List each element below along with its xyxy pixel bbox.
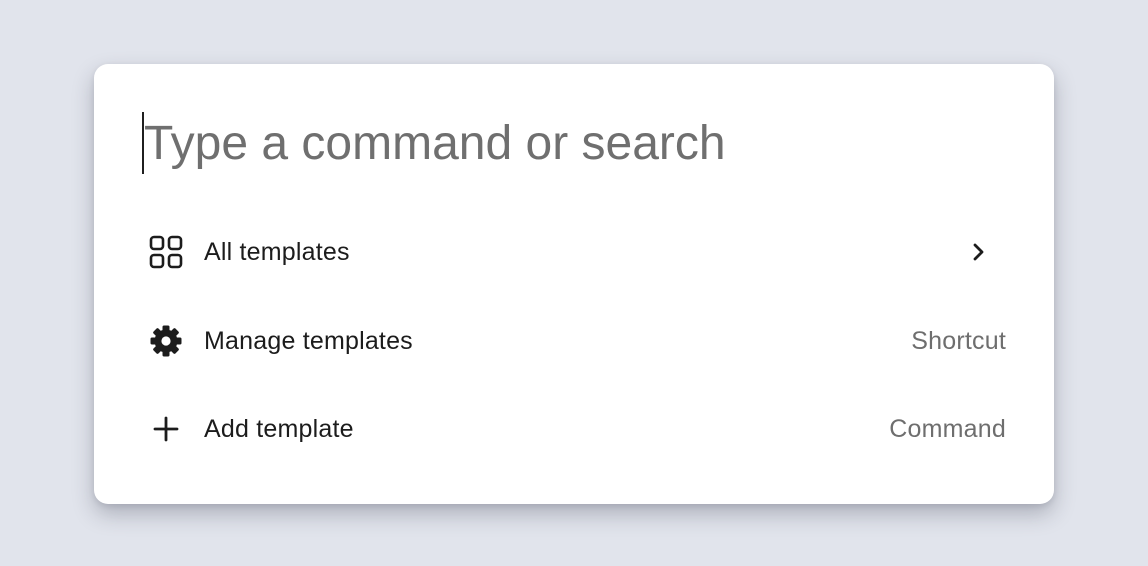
menu-item-manage-templates[interactable]: Manage templates Shortcut <box>142 313 1006 369</box>
command-hint: Command <box>889 414 1006 443</box>
shortcut-hint: Shortcut <box>911 326 1006 355</box>
menu-item-all-templates[interactable]: All templates <box>142 224 1006 280</box>
menu-item-add-template[interactable]: Add template Command <box>142 401 1006 457</box>
command-palette: All templates <box>94 64 1054 504</box>
menu-item-label: Manage templates <box>204 326 413 355</box>
gear-icon <box>142 317 190 365</box>
menu-item-label: Add template <box>204 414 354 443</box>
plus-icon <box>142 405 190 453</box>
grid-icon <box>142 228 190 276</box>
menu-item-label: All templates <box>204 237 350 266</box>
search-area <box>142 110 1002 176</box>
chevron-right-icon <box>966 240 990 264</box>
command-search-input[interactable] <box>144 110 994 176</box>
